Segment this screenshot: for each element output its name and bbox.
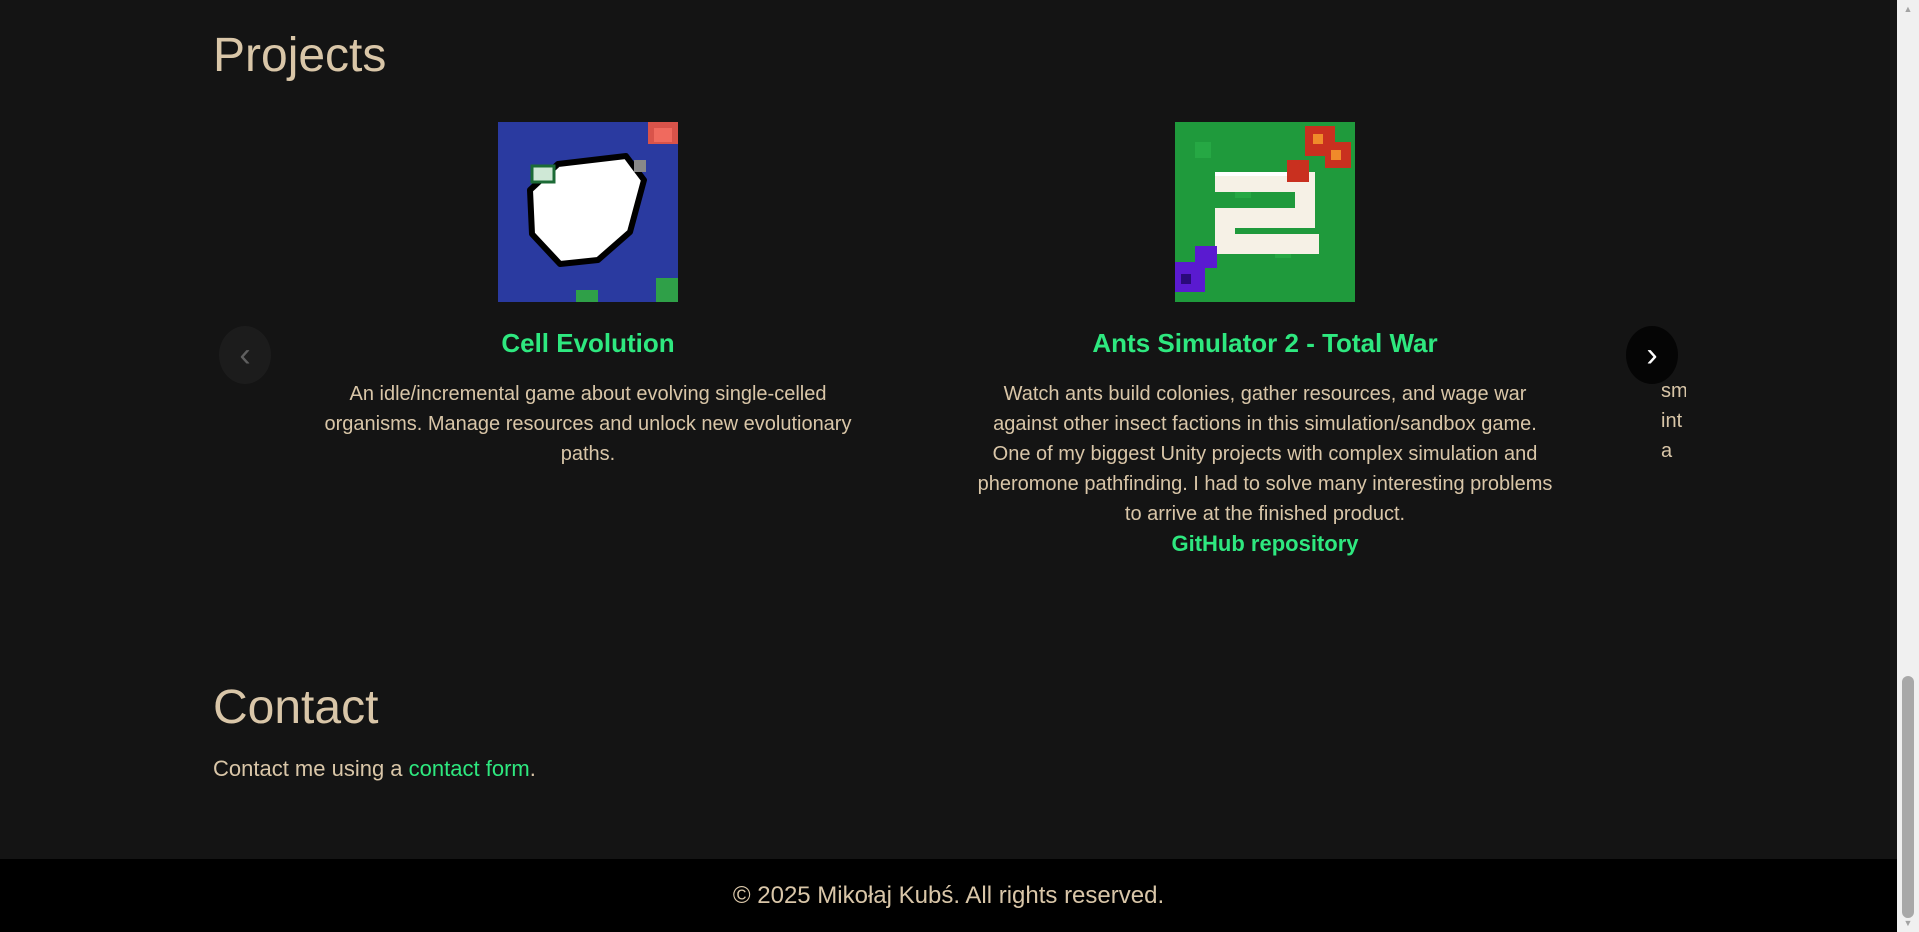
project-description: sm int a bbox=[1661, 380, 1686, 462]
project-card-cell-evolution: Cell Evolution An idle/incremental game … bbox=[293, 118, 883, 469]
scrollbar-thumb[interactable] bbox=[1902, 676, 1914, 918]
footer: © 2025 Mikołaj Kubś. All rights reserved… bbox=[0, 859, 1897, 932]
cell-evolution-thumbnail bbox=[498, 122, 678, 302]
projects-carousel: Cell Evolution An idle/incremental game … bbox=[293, 118, 1686, 578]
projects-heading: Projects bbox=[213, 29, 387, 82]
project-description: Watch ants build colonies, gather resour… bbox=[977, 383, 1553, 525]
scroll-down-arrow-icon[interactable]: ▼ bbox=[1897, 914, 1919, 932]
copyright-text: © 2025 Mikołaj Kubś. All rights reserved… bbox=[732, 881, 1165, 909]
project-card-partial: sm int a bbox=[1661, 118, 1686, 466]
vertical-scrollbar[interactable]: ▲ ▼ bbox=[1897, 0, 1919, 932]
project-title: Ants Simulator 2 - Total War bbox=[1092, 328, 1438, 358]
project-description: An idle/incremental game about evolving … bbox=[324, 383, 852, 465]
contact-text-before: Contact me using a bbox=[213, 756, 409, 781]
contact-text-after: . bbox=[529, 756, 536, 781]
page: Projects ‹ Cell Evolution An idle/increm… bbox=[0, 0, 1897, 932]
scroll-up-arrow-icon[interactable]: ▲ bbox=[1897, 0, 1919, 18]
carousel-prev-button[interactable]: ‹ bbox=[219, 326, 271, 384]
project-card-ants-simulator: Ants Simulator 2 - Total War Watch ants … bbox=[970, 118, 1560, 557]
ants-simulator-thumbnail bbox=[1175, 122, 1355, 302]
contact-heading: Contact bbox=[213, 681, 379, 734]
carousel-next-button[interactable]: › bbox=[1626, 326, 1678, 384]
contact-text: Contact me using a contact form. bbox=[213, 756, 536, 782]
contact-form-link[interactable]: contact form bbox=[409, 756, 530, 781]
project-title: Cell Evolution bbox=[501, 328, 675, 358]
github-repository-link[interactable]: GitHub repository bbox=[1171, 531, 1358, 557]
